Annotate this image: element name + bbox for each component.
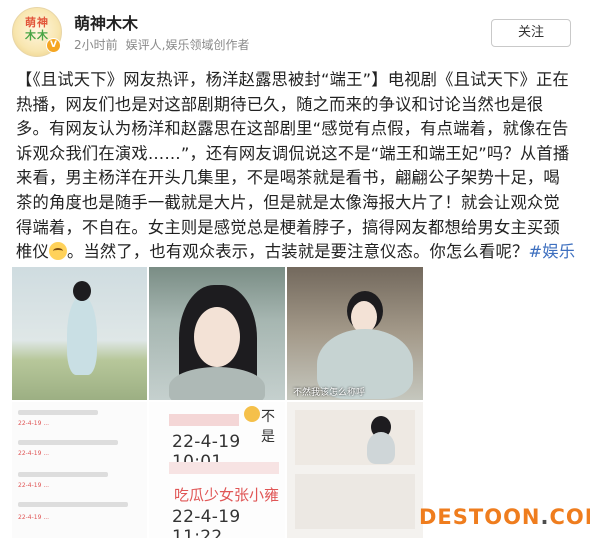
post-meta: 2小时前 娱评人,娱乐领域创作者: [74, 36, 257, 53]
figure-shape: [367, 432, 395, 464]
chat-line: [18, 410, 98, 415]
image-grid: 不然我该怎么称呼 22-4-19 ... 22-4-19 ... 22-4-19…: [12, 267, 590, 538]
chat-line: [18, 502, 128, 507]
figure-shape: [67, 295, 97, 375]
image-tile-5[interactable]: 不是 22-4-19 10:01 吃瓜少女张小雍 22-4-19 11:22: [149, 402, 285, 538]
screenshot-block: [295, 410, 415, 465]
chat-time: 22-4-19 ...: [18, 514, 50, 521]
chat-line: [18, 472, 108, 477]
author-name[interactable]: 萌神木木: [74, 10, 138, 34]
chat-username: 吃瓜少女张小雍: [174, 486, 280, 504]
chat-time: 22-4-19 ...: [18, 482, 50, 489]
post-time: 2小时前: [74, 38, 118, 52]
verified-badge-icon: V: [46, 38, 61, 53]
blurred-text: [169, 462, 279, 474]
watermark-dot: .: [540, 505, 550, 529]
tile-caption: 不然我该怎么称呼: [293, 388, 366, 398]
laugh-emoji-icon: [48, 242, 67, 261]
watermark-tld: COM: [549, 505, 590, 529]
image-tile-4[interactable]: 22-4-19 ... 22-4-19 ... 22-4-19 ... 22-4…: [12, 402, 147, 538]
face-shape: [194, 307, 240, 367]
chat-line: [18, 440, 118, 445]
image-tile-6[interactable]: [287, 402, 423, 538]
post-text-tail: 。当然了，也有观众表示，古装就是要注意仪态。你怎么看呢？: [66, 242, 529, 262]
figure-shape: [169, 367, 265, 400]
chat-time: 22-4-19 ...: [18, 420, 50, 427]
image-tile-3[interactable]: 不然我该怎么称呼: [287, 267, 423, 400]
site-watermark: DESTOON.COM: [419, 505, 590, 529]
post-body: 【《且试天下》网友热评，杨洋赵露思被封“端王”】电视剧《且试天下》正在热播，网友…: [16, 68, 576, 289]
hair-shape: [73, 281, 91, 301]
watermark-brand: DESTOON: [419, 505, 541, 529]
chat-timestamp-2: 22-4-19 11:22: [172, 507, 241, 538]
author-role: 娱评人,娱乐领域创作者: [125, 38, 250, 52]
image-tile-2[interactable]: [149, 267, 285, 400]
post-text: 【《且试天下》网友热评，杨洋赵露思被封“端王”】电视剧《且试天下》正在热播，网友…: [16, 68, 576, 289]
post-text-main: 【《且试天下》网友热评，杨洋赵露思被封“端王”】电视剧《且试天下》正在热播，网友…: [16, 70, 570, 262]
screenshot-block: [295, 474, 415, 529]
blurred-text: [169, 414, 239, 426]
image-tile-1[interactable]: [12, 267, 147, 400]
follow-button[interactable]: 关注: [491, 19, 571, 47]
emoji-icon: [244, 406, 260, 422]
post-header: 萌神 木木 V 萌神木木 2小时前 娱评人,娱乐领域创作者 关注: [0, 0, 590, 62]
chat-time: 22-4-19 ...: [18, 450, 50, 457]
